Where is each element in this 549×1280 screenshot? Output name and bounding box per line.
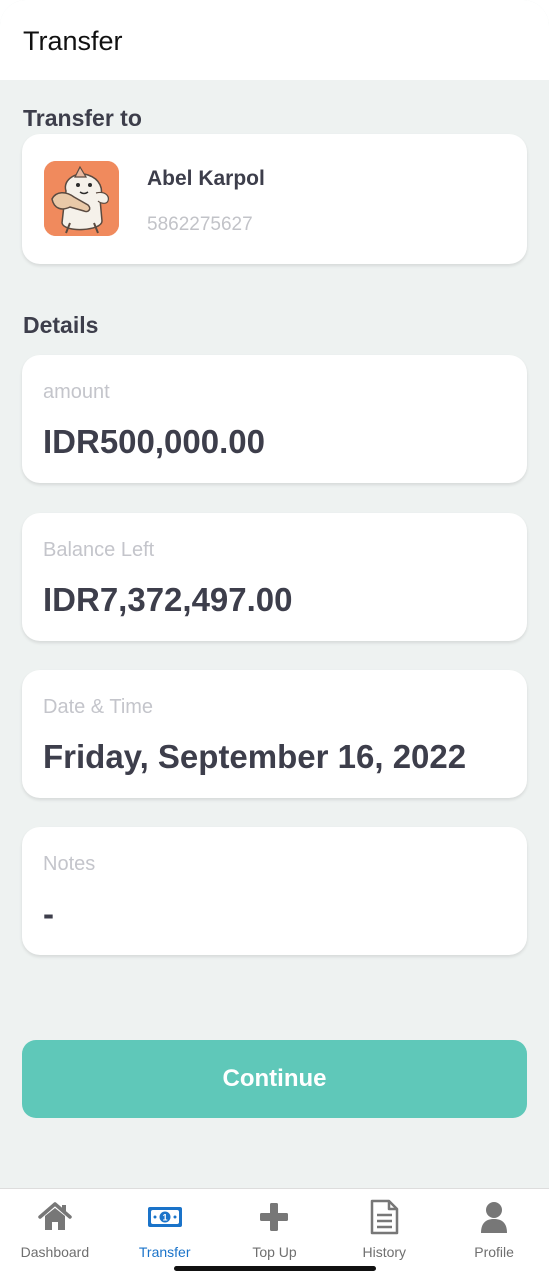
nav-label-transfer: Transfer (138, 1244, 191, 1260)
continue-button[interactable]: Continue (22, 1040, 527, 1118)
money-icon: 1 (147, 1207, 182, 1227)
nav-label-dashboard: Dashboard (20, 1244, 90, 1260)
nav-label-top-up: Top Up (252, 1244, 297, 1260)
home-icon (38, 1202, 72, 1230)
notes-card: Notes - (22, 827, 527, 955)
amount-card: amount IDR500,000.00 (22, 355, 527, 483)
user-icon (481, 1202, 508, 1233)
notes-value: - (43, 895, 54, 932)
nav-label-history: History (362, 1244, 407, 1260)
date-time-value: Friday, September 16, 2022 (43, 738, 467, 775)
balance-left-value: IDR7,372,497.00 (43, 581, 293, 618)
app-screen: Transfer Transfer to Abel Karpol 5862275… (0, 0, 549, 1280)
amount-label: amount (43, 381, 110, 403)
page-title: Transfer (23, 26, 123, 56)
nav-label-profile: Profile (474, 1244, 514, 1260)
document-icon (371, 1199, 399, 1235)
nav-item-dashboard[interactable]: Dashboard (0, 1189, 110, 1280)
transfer-to-heading: Transfer to (23, 105, 142, 131)
balance-left-card: Balance Left IDR7,372,497.00 (22, 513, 527, 641)
date-time-label: Date & Time (43, 696, 154, 718)
notes-label: Notes (43, 853, 96, 875)
balance-left-label: Balance Left (43, 539, 155, 561)
svg-text:1: 1 (162, 1213, 167, 1223)
amount-value: IDR500,000.00 (43, 423, 265, 460)
recipient-name: Abel Karpol (147, 167, 265, 190)
nav-item-profile[interactable]: Profile (439, 1189, 549, 1280)
recipient-avatar (44, 161, 119, 236)
cartoon-character-avatar-icon (44, 161, 119, 236)
app-header: Transfer (0, 0, 549, 80)
date-time-card: Date & Time Friday, September 16, 2022 (22, 670, 527, 798)
plus-icon (260, 1203, 289, 1231)
recipient-card[interactable]: Abel Karpol 5862275627 (22, 134, 527, 264)
home-indicator[interactable] (174, 1266, 376, 1271)
details-heading: Details (23, 312, 99, 338)
recipient-account-number: 5862275627 (147, 214, 253, 235)
